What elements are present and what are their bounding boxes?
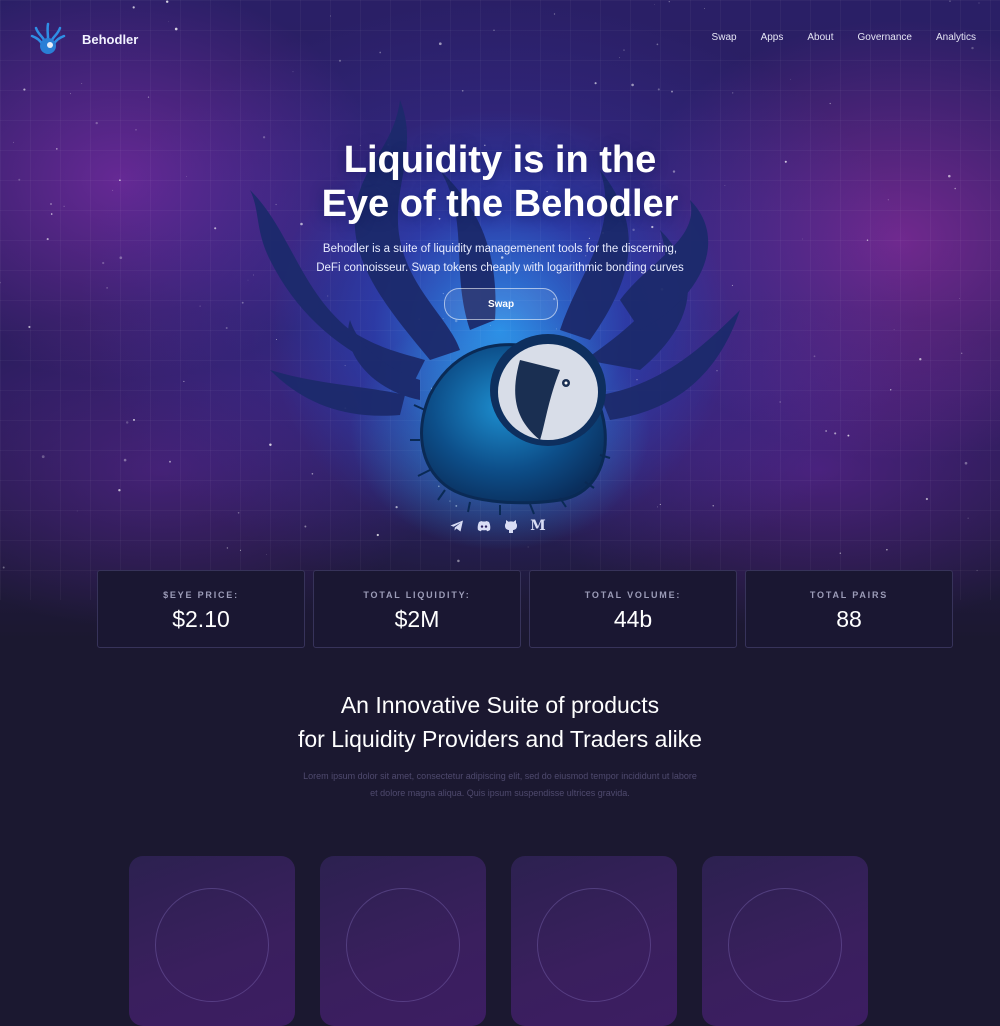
discord-icon[interactable] (476, 518, 492, 534)
hero-subtext-line-1: Behodler is a suite of liquidity managem… (322, 243, 678, 255)
product-cards (129, 856, 868, 1026)
product-card[interactable] (511, 856, 677, 1026)
card-ring-decoration (537, 888, 651, 1002)
top-navbar: Behodler Swap Apps About Governance Anal… (0, 0, 1000, 76)
stats-row: $EYE PRICE: $2.10 TOTAL LIQUIDITY: $2M T… (97, 570, 953, 648)
section-body: Lorem ipsum dolor sit amet, consectetur … (0, 768, 1000, 802)
nav-item-governance[interactable]: Governance (858, 32, 912, 43)
stat-card-total-volume: TOTAL VOLUME: 44b (529, 570, 737, 648)
hero-headline: Liquidity is in the Eye of the Behodler (0, 138, 1000, 226)
stat-value: 88 (836, 606, 862, 632)
section-title: An Innovative Suite of products for Liqu… (0, 688, 1000, 756)
swap-cta-button[interactable]: Swap (444, 288, 558, 320)
hero-headline-line-2: Eye of the Behodler (321, 183, 679, 225)
main-menu: Swap Apps About Governance Analytics (712, 32, 976, 43)
section-body-line-2: et dolore magna aliqua. Quis ipsum suspe… (370, 788, 630, 798)
social-links: M (449, 518, 546, 534)
section-body-line-1: Lorem ipsum dolor sit amet, consectetur … (303, 771, 697, 781)
stat-value: $2.10 (172, 606, 230, 632)
card-ring-decoration (346, 888, 460, 1002)
nav-item-about[interactable]: About (807, 32, 833, 43)
nav-item-swap[interactable]: Swap (712, 32, 737, 43)
product-card[interactable] (129, 856, 295, 1026)
card-ring-decoration (155, 888, 269, 1002)
hero-subtext-line-2: DeFi connoisseur. Swap tokens cheaply wi… (316, 262, 684, 274)
product-card[interactable] (320, 856, 486, 1026)
stat-label: $EYE PRICE: (163, 590, 239, 600)
card-ring-decoration (728, 888, 842, 1002)
medium-icon[interactable]: M (530, 518, 546, 534)
stat-card-total-liquidity: TOTAL LIQUIDITY: $2M (313, 570, 521, 648)
hero-headline-line-1: Liquidity is in the (343, 139, 657, 181)
hero-subtext: Behodler is a suite of liquidity managem… (0, 240, 1000, 278)
github-icon[interactable] (503, 518, 519, 534)
nav-item-apps[interactable]: Apps (761, 32, 784, 43)
product-card[interactable] (702, 856, 868, 1026)
stat-card-eye-price: $EYE PRICE: $2.10 (97, 570, 305, 648)
section-title-line-1: An Innovative Suite of products (340, 692, 660, 718)
telegram-icon[interactable] (449, 518, 465, 534)
brand-name[interactable]: Behodler (82, 32, 138, 47)
stat-card-total-pairs: TOTAL PAIRS 88 (745, 570, 953, 648)
stat-value: $2M (394, 606, 440, 632)
stat-label: TOTAL LIQUIDITY: (363, 590, 471, 600)
stat-value: 44b (613, 606, 653, 632)
nav-item-analytics[interactable]: Analytics (936, 32, 976, 43)
stat-label: TOTAL VOLUME: (584, 590, 682, 600)
stat-label: TOTAL PAIRS (809, 590, 889, 600)
section-title-line-2: for Liquidity Providers and Traders alik… (298, 726, 702, 752)
behodler-logo-icon[interactable] (30, 22, 66, 56)
